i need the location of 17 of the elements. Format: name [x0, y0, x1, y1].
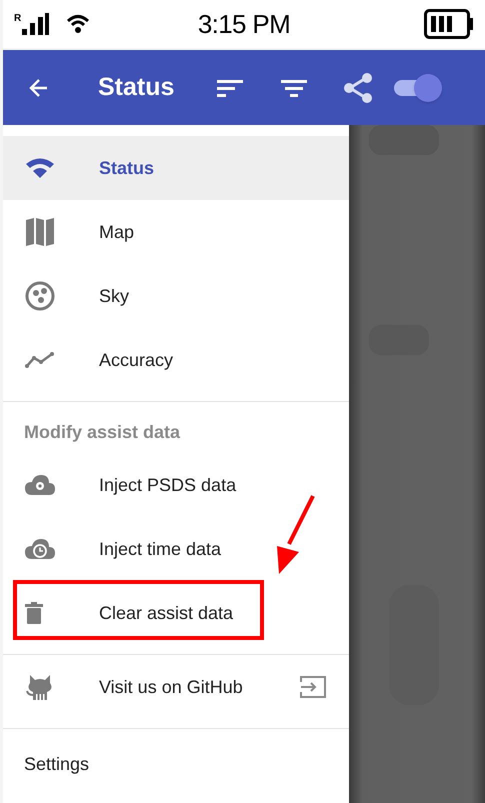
- cloud-clock-icon: [25, 538, 55, 560]
- wifi-icon: [66, 14, 90, 34]
- clock-time: 3:15 PM: [196, 8, 292, 40]
- map-icon: [25, 217, 55, 247]
- satellites-icon: [25, 281, 55, 311]
- section-header: Modify assist data: [23, 421, 182, 444]
- filter-icon[interactable]: [281, 78, 307, 98]
- line-graph-icon: [25, 351, 55, 369]
- wifi-icon: [25, 157, 55, 179]
- trash-icon: [25, 602, 43, 624]
- battery-icon: [424, 9, 474, 39]
- drawer-item[interactable]: Status: [3, 136, 349, 200]
- cloud-gear-icon: [25, 474, 55, 496]
- toggle-switch[interactable]: [394, 72, 442, 104]
- app-bar-title: Status: [98, 72, 176, 103]
- settings-label[interactable]: Settings: [3, 729, 349, 803]
- sort-icon[interactable]: [217, 78, 243, 98]
